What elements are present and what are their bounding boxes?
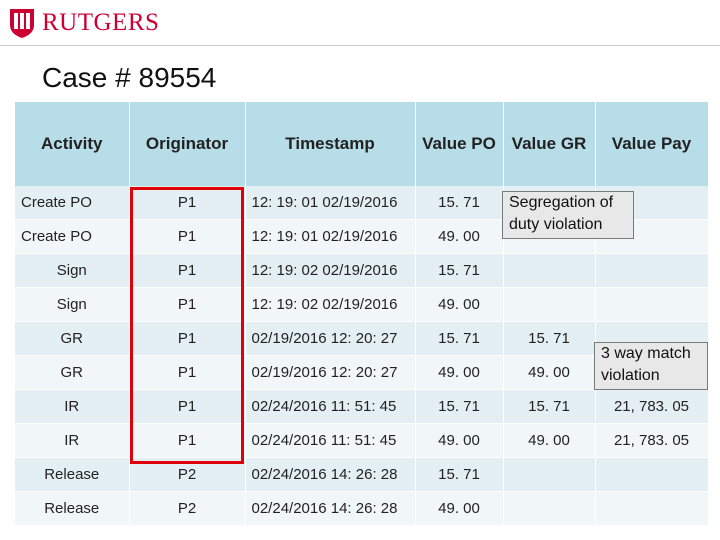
col-header-activity: Activity — [15, 102, 130, 186]
cell-timestamp: 02/24/2016 14: 26: 28 — [245, 491, 416, 526]
cell-value-po: 49. 00 — [415, 287, 504, 322]
cell-activity: Create PO — [15, 219, 130, 254]
cell-activity: Release — [15, 457, 130, 492]
cell-value-po: 49. 00 — [415, 219, 504, 254]
cell-value-gr: 15. 71 — [503, 321, 596, 356]
table-row: IR P1 02/24/2016 11: 51: 45 15. 71 15. 7… — [15, 389, 709, 424]
table-row: Release P2 02/24/2016 14: 26: 28 49. 00 — [15, 491, 709, 526]
col-header-value-pay: Value Pay — [595, 102, 709, 186]
segregation-of-duty-callout: Segregation of duty violation — [502, 191, 634, 239]
cell-value-po: 15. 71 — [415, 253, 504, 288]
col-header-originator: Originator — [129, 102, 246, 186]
cell-activity: Sign — [15, 287, 130, 322]
cell-value-po: 15. 71 — [415, 457, 504, 492]
cell-value-gr: 49. 00 — [503, 423, 596, 458]
header-divider — [0, 45, 720, 46]
cell-activity: GR — [15, 321, 130, 356]
cell-value-pay — [595, 491, 709, 526]
cell-timestamp: 12: 19: 02 02/19/2016 — [245, 287, 416, 322]
cell-activity: Sign — [15, 253, 130, 288]
cell-value-pay — [595, 457, 709, 492]
rutgers-shield-icon — [10, 9, 34, 38]
cell-activity: Release — [15, 491, 130, 526]
table-row: Release P2 02/24/2016 14: 26: 28 15. 71 — [15, 457, 709, 492]
cell-value-gr — [503, 457, 596, 492]
cell-activity: GR — [15, 355, 130, 390]
cell-timestamp: 02/19/2016 12: 20: 27 — [245, 321, 416, 356]
cell-value-pay — [595, 253, 709, 288]
cell-value-po: 15. 71 — [415, 389, 504, 424]
case-event-table: Activity Originator Timestamp Value PO V… — [15, 102, 709, 526]
cell-value-po: 15. 71 — [415, 321, 504, 356]
table-header-row: Activity Originator Timestamp Value PO V… — [15, 102, 709, 186]
cell-timestamp: 12: 19: 01 02/19/2016 — [245, 219, 416, 254]
cell-value-gr — [503, 253, 596, 288]
cell-activity: IR — [15, 423, 130, 458]
cell-timestamp: 12: 19: 01 02/19/2016 — [245, 186, 416, 220]
cell-timestamp: 02/19/2016 12: 20: 27 — [245, 355, 416, 390]
cell-timestamp: 02/24/2016 11: 51: 45 — [245, 389, 416, 424]
rutgers-wordmark: RUTGERS — [42, 9, 160, 36]
cell-value-gr: 15. 71 — [503, 389, 596, 424]
cell-value-gr — [503, 491, 596, 526]
cell-value-po: 49. 00 — [415, 491, 504, 526]
col-header-value-po: Value PO — [415, 102, 504, 186]
cell-timestamp: 02/24/2016 11: 51: 45 — [245, 423, 416, 458]
three-way-match-callout: 3 way match violation — [594, 342, 708, 390]
cell-value-gr: 49. 00 — [503, 355, 596, 390]
table-row: IR P1 02/24/2016 11: 51: 45 49. 00 49. 0… — [15, 423, 709, 458]
cell-value-po: 49. 00 — [415, 355, 504, 390]
cell-activity: IR — [15, 389, 130, 424]
cell-value-pay — [595, 287, 709, 322]
table-row: Sign P1 12: 19: 02 02/19/2016 49. 00 — [15, 287, 709, 322]
cell-timestamp: 02/24/2016 14: 26: 28 — [245, 457, 416, 492]
col-header-value-gr: Value GR — [503, 102, 596, 186]
cell-value-gr — [503, 287, 596, 322]
table-row: Sign P1 12: 19: 02 02/19/2016 15. 71 — [15, 253, 709, 288]
col-header-timestamp: Timestamp — [245, 102, 416, 186]
cell-value-pay: 21, 783. 05 — [595, 423, 709, 458]
cell-value-pay: 21, 783. 05 — [595, 389, 709, 424]
cell-activity: Create PO — [15, 186, 130, 220]
rutgers-logo: RUTGERS — [8, 6, 159, 40]
cell-timestamp: 12: 19: 02 02/19/2016 — [245, 253, 416, 288]
cell-originator: P2 — [129, 491, 246, 526]
cell-value-po: 15. 71 — [415, 186, 504, 220]
cell-value-po: 49. 00 — [415, 423, 504, 458]
originator-highlight-box — [130, 187, 244, 464]
page-title: Case # 89554 — [42, 62, 217, 93]
